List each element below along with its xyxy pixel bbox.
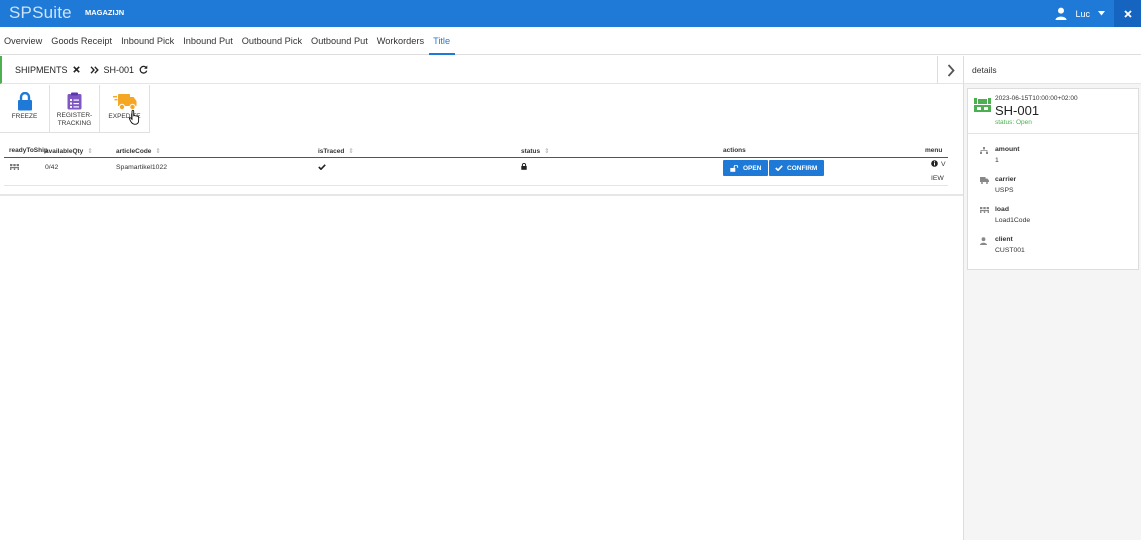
detail-client-value: CUST001 — [995, 247, 1025, 254]
lock-icon — [17, 92, 32, 111]
lock-icon — [521, 163, 527, 170]
pallet-icon — [10, 164, 19, 170]
cell-available-qty: 0/42 — [45, 164, 59, 171]
top-bar: SPSuite MAGAZIJN Luc — [0, 0, 1141, 27]
expedite-button[interactable]: EXPEDITE — [100, 85, 150, 133]
view-menu-part2[interactable]: IEW — [931, 175, 944, 182]
cell-article-code: Spamartikel1022 — [116, 164, 168, 171]
table-header: readyToShip availableQty ⇕ articleCode ⇕ i… — [4, 144, 948, 158]
col-ready-to-ship[interactable]: readyToShip — [9, 147, 48, 154]
info-icon[interactable] — [931, 160, 938, 167]
nav-workorders[interactable]: Workorders — [373, 27, 429, 55]
detail-client-key: client — [995, 236, 1013, 243]
col-article-code[interactable]: articleCode ⇕ — [116, 147, 161, 155]
double-chevron-right-icon — [90, 65, 99, 74]
pallet-icon — [974, 98, 991, 112]
details-panel: 2023-06-15T10:00:00+02:00 SH-001 status:… — [963, 84, 1141, 540]
pallet-icon — [980, 207, 989, 213]
detail-amount-key: amount — [995, 146, 1020, 153]
breadcrumb: SHIPMENTS SH-001 — [0, 56, 963, 84]
user-icon — [1055, 7, 1067, 20]
freeze-label: FREEZE — [11, 113, 38, 120]
view-menu-part1[interactable]: V — [941, 161, 946, 168]
col-menu: menu — [925, 147, 943, 154]
breadcrumb-current: SH-001 — [103, 64, 135, 75]
action-toolbar: FREEZE REGISTER- TRACKING EXPEDITE — [0, 85, 150, 133]
detail-load-key: load — [995, 206, 1009, 213]
caret-down-icon — [1098, 11, 1105, 16]
col-status[interactable]: status ⇕ — [521, 147, 550, 155]
unlock-icon — [730, 164, 739, 172]
nav-inbound-put[interactable]: Inbound Put — [179, 27, 238, 55]
refresh-icon[interactable] — [139, 65, 148, 74]
close-icon[interactable] — [72, 66, 80, 73]
nav-overview[interactable]: Overview — [0, 27, 47, 55]
app-logo[interactable]: SPSuite — [9, 3, 72, 23]
detail-amount-value: 1 — [995, 157, 999, 164]
user-name: Luc — [1075, 8, 1090, 19]
nav-goods-receipt[interactable]: Goods Receipt — [47, 27, 117, 55]
details-card: 2023-06-15T10:00:00+02:00 SH-001 status:… — [967, 88, 1139, 270]
confirm-button[interactable]: CONFIRM — [769, 160, 825, 176]
detail-carrier-value: USPS — [995, 187, 1014, 194]
details-card-header: 2023-06-15T10:00:00+02:00 SH-001 status:… — [968, 89, 1138, 134]
check-icon — [775, 165, 783, 171]
table-divider — [0, 194, 963, 196]
breadcrumb-shipments[interactable]: SHIPMENTS — [15, 65, 68, 75]
nav-title[interactable]: Title — [429, 27, 456, 55]
nav-inbound-pick[interactable]: Inbound Pick — [117, 27, 179, 55]
user-menu[interactable]: Luc — [1055, 0, 1105, 27]
close-button[interactable] — [1114, 0, 1141, 27]
clipboard-list-icon — [67, 92, 82, 110]
register-label-2: TRACKING — [57, 120, 92, 127]
register-label-1: REGISTER- — [56, 112, 93, 119]
col-is-traced[interactable]: isTraced ⇕ — [318, 147, 354, 155]
details-title: details — [972, 64, 997, 75]
open-label: OPEN — [743, 164, 762, 172]
nav-outbound-pick[interactable]: Outbound Pick — [238, 27, 307, 55]
shipment-datetime: 2023-06-15T10:00:00+02:00 — [995, 95, 1078, 102]
register-tracking-button[interactable]: REGISTER- TRACKING — [50, 85, 100, 133]
main-nav: Overview Goods Receipt Inbound Pick Inbo… — [0, 27, 1141, 55]
user-icon — [980, 237, 987, 245]
shipments-table: readyToShip availableQty ⇕ articleCode ⇕ i… — [4, 144, 948, 186]
freeze-button[interactable]: FREEZE — [0, 85, 50, 133]
detail-client: client CUST001 — [968, 234, 1140, 262]
shipment-id: SH-001 — [995, 103, 1040, 118]
col-available-qty[interactable]: availableQty ⇕ — [45, 147, 93, 155]
chevron-right-icon — [947, 63, 955, 77]
sitemap-icon — [980, 147, 988, 154]
detail-carrier-key: carrier — [995, 176, 1017, 183]
toggle-details-button[interactable] — [937, 56, 963, 84]
table-row[interactable]: 0/42 Spamartikel1022 OPEN CONFIRM V IEW — [4, 158, 948, 186]
detail-load-value: Load1Code — [995, 217, 1031, 224]
open-button[interactable]: OPEN — [723, 160, 769, 176]
confirm-label: CONFIRM — [787, 164, 818, 172]
truck-icon — [980, 177, 989, 184]
nav-outbound-put[interactable]: Outbound Put — [307, 27, 373, 55]
details-header: details — [963, 56, 1141, 84]
fast-truck-icon — [112, 94, 136, 111]
shipment-status: status: Open — [995, 119, 1032, 126]
module-label: MAGAZIJN — [85, 8, 125, 17]
detail-carrier: carrier USPS — [968, 174, 1140, 202]
col-actions: actions — [723, 147, 746, 154]
hand-pointer-icon — [129, 110, 140, 125]
detail-load: load Load1Code — [968, 204, 1140, 232]
close-icon — [1123, 9, 1132, 18]
detail-amount: amount 1 — [968, 144, 1140, 172]
check-icon — [318, 164, 326, 170]
